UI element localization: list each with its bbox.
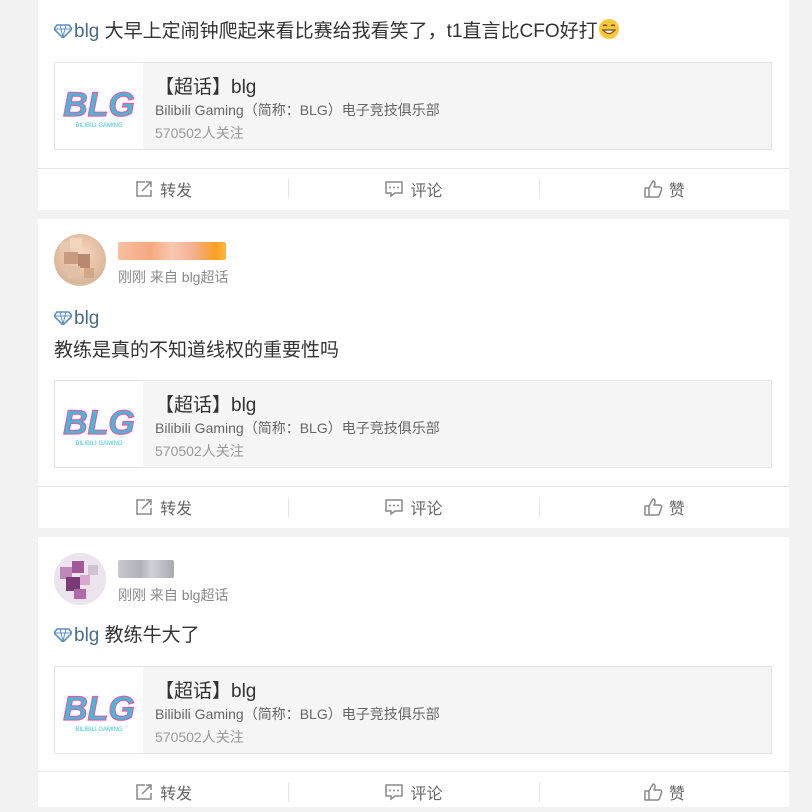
repost-icon: [136, 181, 152, 197]
diamond-icon: [54, 311, 72, 325]
topic-tag-label: blg: [74, 21, 100, 42]
topic-card[interactable]: BLG BILIBILI GAMING 【超话】blg Bilibili Gami…: [54, 666, 772, 754]
topic-card-description: Bilibili Gaming（简称：BLG）电子竞技俱乐部: [155, 102, 440, 118]
grin-emoji-icon: [598, 19, 619, 39]
avatar[interactable]: [54, 234, 106, 286]
comment-label: 评论: [410, 786, 443, 803]
comment-button[interactable]: 评论: [288, 772, 538, 812]
topic-card[interactable]: BLG BILIBILI GAMING 【超话】blg Bilibili Gami…: [54, 380, 772, 468]
thumbs-up-icon: [644, 180, 663, 198]
post-body: 教练牛大了: [104, 625, 200, 646]
action-bar: 转发 评论 赞: [38, 168, 789, 209]
post-meta: 刚刚 来自 blg超话: [118, 269, 229, 285]
topic-card-title: 【超话】blg: [155, 77, 257, 98]
logo-subtext: BILIBILI GAMING: [75, 727, 123, 733]
blg-logo: BLG BILIBILI GAMING: [55, 667, 143, 753]
topic-tag-label: blg: [74, 308, 100, 329]
topic-card-description: Bilibili Gaming（简称：BLG）电子竞技俱乐部: [155, 420, 440, 436]
topic-card-followers: 570502人关注: [155, 125, 244, 141]
comment-icon: [385, 784, 404, 801]
repost-button[interactable]: 转发: [38, 487, 288, 527]
topic-card-description: Bilibili Gaming（简称：BLG）电子竞技俱乐部: [155, 706, 440, 722]
comment-icon: [385, 499, 404, 516]
post-card: 刚刚 来自 blg超话 blg 教练是真的不知道线权的重要性吗 BLG BILIB…: [38, 219, 789, 528]
topic-tag-label: blg: [74, 625, 100, 646]
action-bar: 转发 评论 赞: [38, 486, 789, 527]
feed: blg 大早上定闹钟爬起来看比赛给我看笑了，t1直言比CFO好打 BLG BILI…: [0, 0, 812, 807]
blg-logo: BLG BILIBILI GAMING: [55, 63, 143, 149]
diamond-icon: [54, 628, 72, 642]
thumbs-up-icon: [644, 498, 663, 516]
post-card: blg 大早上定闹钟爬起来看比赛给我看笑了，t1直言比CFO好打 BLG BILI…: [38, 0, 789, 210]
repost-label: 转发: [160, 183, 193, 200]
post-meta: 刚刚 来自 blg超话: [118, 587, 229, 603]
like-label: 赞: [668, 501, 685, 518]
like-button[interactable]: 赞: [538, 487, 789, 527]
thumbs-up-icon: [644, 783, 663, 801]
action-bar: 转发 评论 赞: [38, 771, 789, 812]
topic-card-title: 【超话】blg: [155, 395, 257, 416]
topic-card-title: 【超话】blg: [155, 681, 257, 702]
username[interactable]: [118, 242, 226, 260]
post-body: 教练是真的不知道线权的重要性吗: [54, 340, 340, 361]
username[interactable]: [118, 560, 174, 578]
logo-mark: BLG: [63, 690, 135, 728]
like-label: 赞: [668, 183, 685, 200]
logo-subtext: BILIBILI GAMING: [75, 123, 123, 129]
avatar[interactable]: [54, 553, 106, 605]
comment-button[interactable]: 评论: [288, 487, 538, 527]
repost-button[interactable]: 转发: [38, 772, 288, 812]
topic-tag-link[interactable]: blg: [54, 625, 99, 646]
post-body: 大早上定闹钟爬起来看比赛给我看笑了，t1直言比CFO好打: [104, 21, 598, 42]
like-label: 赞: [668, 786, 685, 803]
repost-label: 转发: [160, 501, 193, 518]
like-button[interactable]: 赞: [538, 169, 789, 209]
post-text: blg 大早上定闹钟爬起来看比赛给我看笑了，t1直言比CFO好打: [54, 18, 774, 45]
blg-logo: BLG BILIBILI GAMING: [55, 381, 143, 467]
repost-icon: [136, 499, 152, 515]
topic-card-followers: 570502人关注: [155, 729, 244, 745]
logo-subtext: BILIBILI GAMING: [75, 441, 123, 447]
post-card: 刚刚 来自 blg超话 blg 教练牛大了 BLG BILIBILI GAMING…: [38, 537, 789, 807]
comment-icon: [385, 181, 404, 198]
topic-tag-link[interactable]: blg: [54, 21, 105, 42]
repost-label: 转发: [160, 786, 193, 803]
like-button[interactable]: 赞: [538, 772, 789, 812]
comment-label: 评论: [410, 501, 443, 518]
topic-card[interactable]: BLG BILIBILI GAMING 【超话】blg Bilibili Gami…: [54, 62, 772, 150]
repost-icon: [136, 784, 152, 800]
logo-mark: BLG: [63, 404, 135, 442]
diamond-icon: [54, 24, 72, 38]
topic-tag-link[interactable]: blg: [54, 308, 99, 330]
comment-button[interactable]: 评论: [288, 169, 538, 209]
comment-label: 评论: [410, 183, 443, 200]
post-text: blg 教练牛大了: [54, 623, 200, 649]
topic-card-followers: 570502人关注: [155, 443, 244, 459]
repost-button[interactable]: 转发: [38, 169, 288, 209]
logo-mark: BLG: [63, 86, 135, 124]
